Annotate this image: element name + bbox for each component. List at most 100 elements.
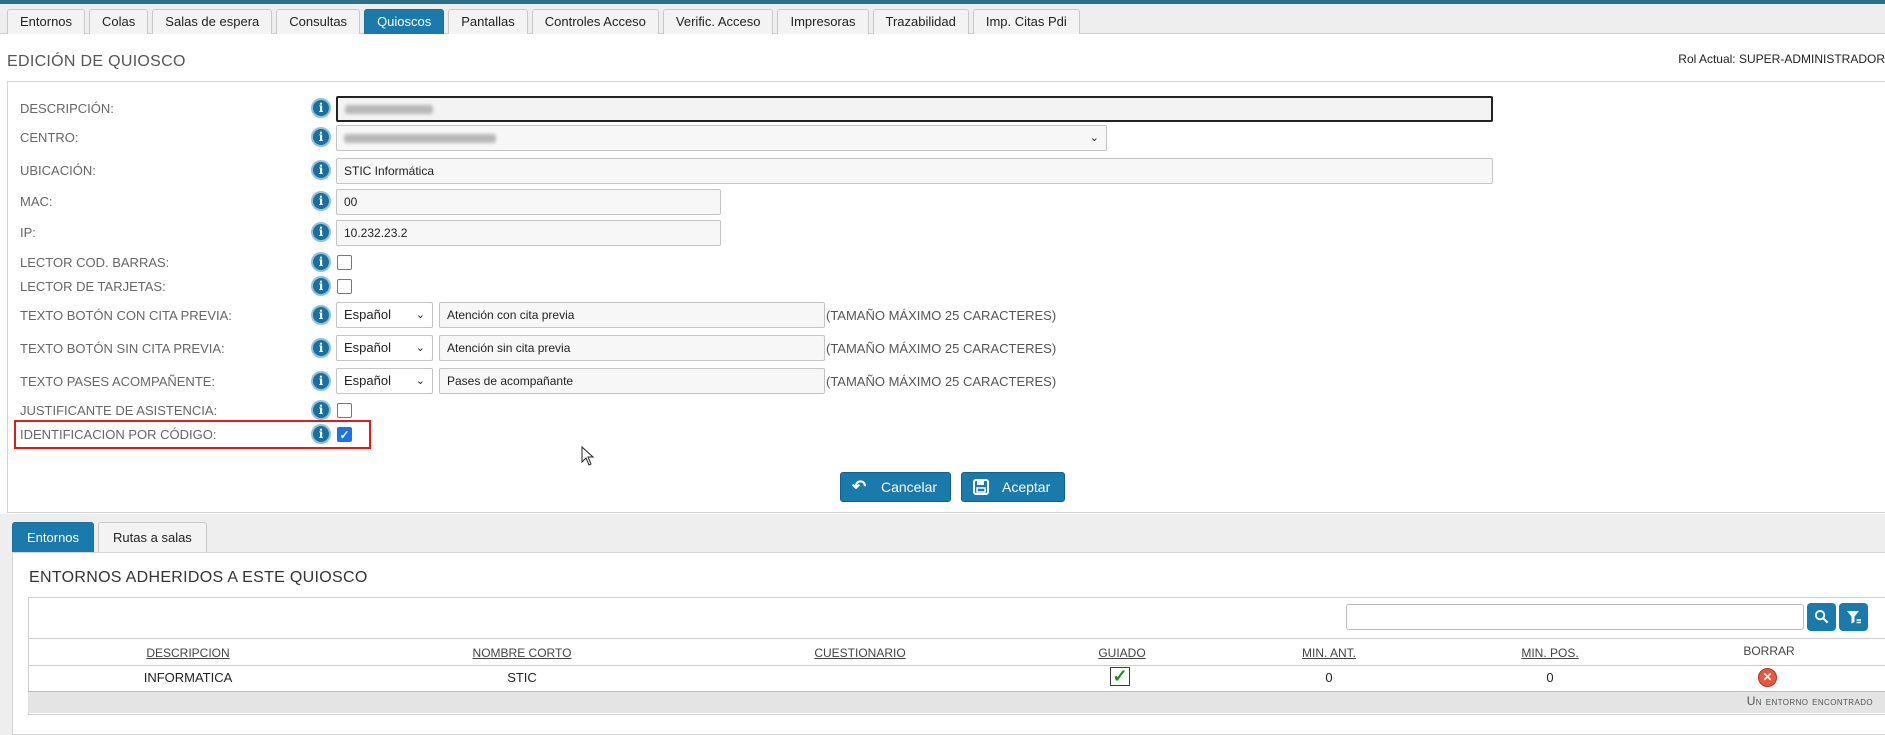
cancel-button-label: Cancelar <box>881 479 938 495</box>
row-lector-tarjetas: LECTOR DE TARJETAS: i <box>8 275 1885 299</box>
undo-arrow-icon: ↶ <box>852 477 867 496</box>
ubicacion-label: UBICACIÓN: <box>20 163 96 178</box>
redacted-text <box>345 105 433 114</box>
col-min-pos[interactable]: MIN. POS. <box>1521 646 1578 660</box>
tab-consultas[interactable]: Consultas <box>276 9 361 34</box>
info-icon[interactable]: i <box>311 400 331 420</box>
con-cita-text-input[interactable] <box>439 302 825 328</box>
sin-cita-label: TEXTO BOTÓN SIN CITA PREVIA: <box>20 341 225 356</box>
tab-pantallas[interactable]: Pantallas <box>448 9 528 34</box>
con-cita-language-select[interactable]: Español ⌄ <box>336 302 433 328</box>
ubicacion-input[interactable] <box>336 158 1493 184</box>
pases-label: TEXTO PASES ACOMPAÑENTE: <box>20 374 216 389</box>
row-lector-barras: LECTOR COD. BARRAS: i <box>8 251 1885 275</box>
section-title: ENTORNOS ADHERIDOS A ESTE QUIOSCO <box>29 569 368 586</box>
cell-min-pos: 0 <box>1546 670 1554 685</box>
descripcion-input[interactable] <box>336 96 1493 122</box>
info-icon[interactable]: i <box>311 191 331 211</box>
filter-button[interactable] <box>1839 603 1868 631</box>
justificante-label: JUSTIFICANTE DE ASISTENCIA: <box>20 403 218 418</box>
tab-colas[interactable]: Colas <box>89 9 149 34</box>
mac-label: MAC: <box>20 194 53 209</box>
page-title: EDICIÓN DE QUIOSCO <box>7 53 186 70</box>
cell-descripcion: INFORMATICA <box>143 670 233 685</box>
floppy-disk-icon <box>973 473 989 504</box>
delete-x-icon[interactable]: ✕ <box>1758 668 1777 687</box>
filter-icon <box>1846 611 1861 624</box>
descripcion-label: DESCRIPCIÓN: <box>20 101 114 116</box>
tab-rutas-a-salas[interactable]: Rutas a salas <box>98 522 207 552</box>
row-ubicacion: UBICACIÓN: i <box>8 158 1885 184</box>
lector-barras-label: LECTOR COD. BARRAS: <box>20 255 170 270</box>
tab-quioscos[interactable]: Quioscos <box>364 9 445 34</box>
col-borrar: BORRAR <box>1743 644 1795 658</box>
centro-select[interactable]: ⌄ <box>336 125 1107 151</box>
info-icon[interactable]: i <box>311 371 331 391</box>
lector-tarjetas-checkbox[interactable] <box>337 279 352 294</box>
info-icon[interactable]: i <box>311 127 331 147</box>
pases-text-input[interactable] <box>439 368 825 394</box>
row-texto-pases: TEXTO PASES ACOMPAÑENTE: i Español ⌄ (TAM… <box>8 368 1885 394</box>
cancel-button[interactable]: ↶ Cancelar <box>840 472 951 502</box>
tab-verific-acceso[interactable]: Verific. Acceso <box>662 9 774 34</box>
justificante-checkbox[interactable] <box>337 403 352 418</box>
info-icon[interactable]: i <box>311 222 331 242</box>
info-icon[interactable]: i <box>311 98 331 118</box>
tab-impresoras[interactable]: Impresoras <box>777 9 869 34</box>
chevron-down-icon: ⌄ <box>415 342 425 354</box>
col-min-ant[interactable]: MIN. ANT. <box>1302 646 1356 660</box>
info-icon[interactable]: i <box>311 305 331 325</box>
tab-trazabilidad[interactable]: Trazabilidad <box>872 9 969 34</box>
col-descripcion[interactable]: DESCRIPCION <box>146 646 229 660</box>
grid-search-input[interactable] <box>1346 604 1804 630</box>
col-cuestionario[interactable]: CUESTIONARIO <box>814 646 905 660</box>
tab-imp-citas-pdi[interactable]: Imp. Citas Pdi <box>972 9 1080 34</box>
tab-salas-de-espera[interactable]: Salas de espera <box>152 9 273 34</box>
row-texto-sin-cita: TEXTO BOTÓN SIN CITA PREVIA: i Español ⌄ … <box>8 335 1885 361</box>
row-texto-con-cita: TEXTO BOTÓN CON CITA PREVIA: i Español ⌄ … <box>8 302 1885 328</box>
search-button[interactable] <box>1807 603 1836 631</box>
highlight-box <box>14 420 371 449</box>
pases-language-select[interactable]: Español ⌄ <box>336 368 433 394</box>
tab-entornos-detail[interactable]: Entornos <box>12 522 95 552</box>
chevron-down-icon: ⌄ <box>415 375 425 387</box>
sin-cita-language-value: Español <box>344 340 391 355</box>
col-guiado[interactable]: GUIADO <box>1098 646 1145 660</box>
cell-min-ant: 0 <box>1325 670 1333 685</box>
grid-footer <box>28 691 1885 713</box>
pases-language-value: Español <box>344 373 391 388</box>
info-icon[interactable]: i <box>311 338 331 358</box>
max-length-hint: (TAMAÑO MÁXIMO 25 CARACTERES) <box>826 341 1057 356</box>
tab-controles-acceso[interactable]: Controles Acceso <box>531 9 659 34</box>
max-length-hint: (TAMAÑO MÁXIMO 25 CARACTERES) <box>826 308 1057 323</box>
lector-barras-checkbox[interactable] <box>337 255 352 270</box>
row-centro: CENTRO: i ⌄ <box>8 125 1885 151</box>
detail-tabs: Entornos Rutas a salas <box>12 522 207 552</box>
info-icon[interactable]: i <box>311 160 331 180</box>
ip-label: IP: <box>20 225 36 240</box>
max-length-hint: (TAMAÑO MÁXIMO 25 CARACTERES) <box>826 374 1057 389</box>
sin-cita-text-input[interactable] <box>439 335 825 361</box>
tab-entornos[interactable]: Entornos <box>7 9 86 34</box>
accept-button-label: Aceptar <box>1002 479 1051 495</box>
chevron-down-icon: ⌄ <box>1089 132 1099 144</box>
centro-label: CENTRO: <box>20 130 79 145</box>
lector-tarjetas-label: LECTOR DE TARJETAS: <box>20 279 166 294</box>
ip-input[interactable] <box>336 220 721 246</box>
current-role: Rol Actual: SUPER-ADMINISTRADOR <box>1678 52 1885 66</box>
accept-button[interactable]: Aceptar <box>961 472 1065 502</box>
row-ip: IP: i <box>8 220 1885 246</box>
info-icon[interactable]: i <box>311 276 331 296</box>
sin-cita-language-select[interactable]: Español ⌄ <box>336 335 433 361</box>
checkmark-icon: ✓ <box>1110 667 1130 686</box>
cell-nombre-corto: STIC <box>507 670 537 685</box>
redacted-text <box>344 134 496 144</box>
row-descripcion: DESCRIPCIÓN: i <box>8 96 1885 122</box>
mac-input[interactable] <box>336 189 721 215</box>
col-nombre-corto[interactable]: NOMBRE CORTO <box>473 646 572 660</box>
main-tabs: Entornos Colas Salas de espera Consultas… <box>7 9 1080 34</box>
con-cita-language-value: Español <box>344 307 391 322</box>
info-icon[interactable]: i <box>311 252 331 272</box>
chevron-down-icon: ⌄ <box>415 309 425 321</box>
con-cita-label: TEXTO BOTÓN CON CITA PREVIA: <box>20 308 232 323</box>
